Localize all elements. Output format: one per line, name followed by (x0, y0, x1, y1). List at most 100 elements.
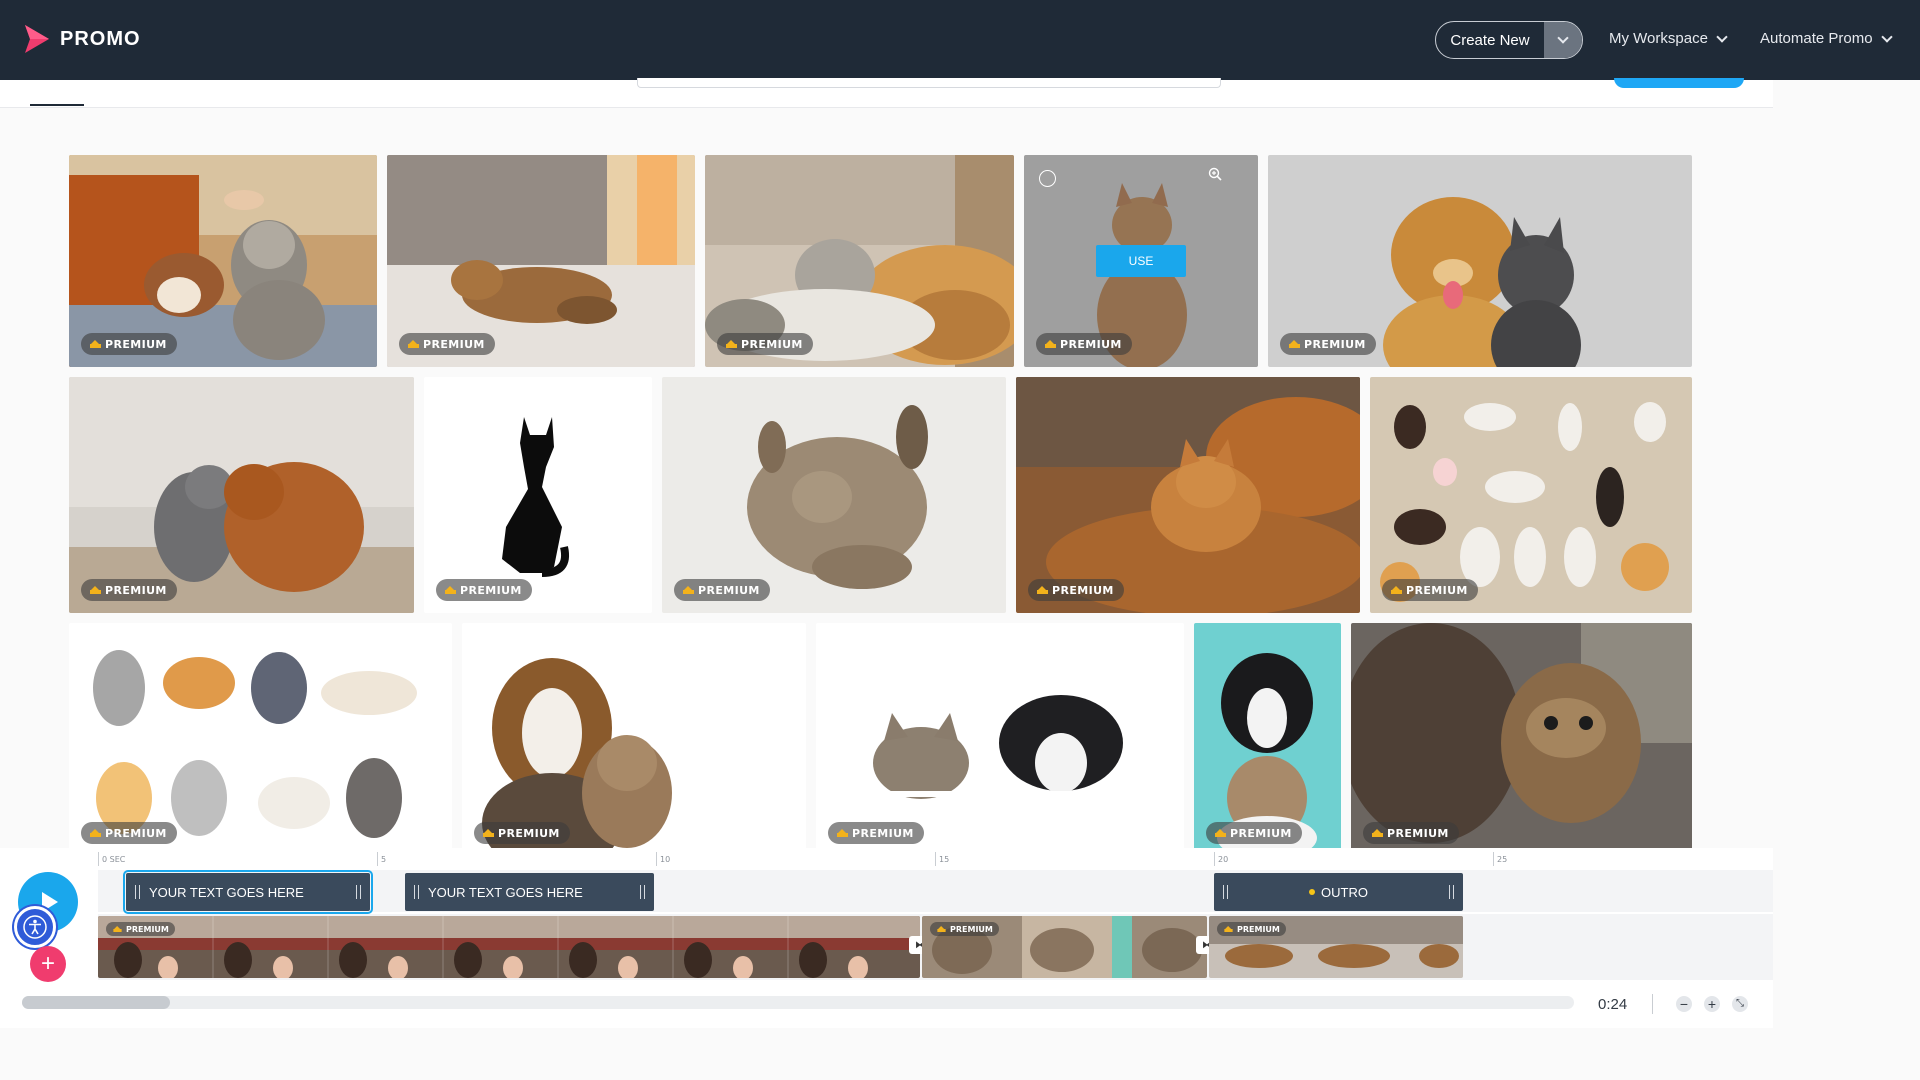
ruler-tick (1493, 852, 1494, 866)
premium-badge: PREMIUM (828, 822, 924, 844)
crown-icon (726, 340, 737, 348)
crown-icon (90, 340, 101, 348)
premium-badge: PREMIUM (81, 822, 177, 844)
divider (1652, 994, 1653, 1014)
gallery-tile[interactable]: PREMIUM (1370, 377, 1692, 613)
plus-icon: + (40, 950, 55, 977)
scrollbar-thumb[interactable] (22, 996, 170, 1009)
crown-icon (1289, 340, 1300, 348)
ruler-label: 0 SEC (102, 855, 126, 864)
text-clip[interactable]: YOUR TEXT GOES HERE (123, 870, 373, 914)
add-button[interactable]: + (30, 946, 66, 982)
video-clip[interactable]: PREMIUM (98, 916, 920, 978)
premium-badge: PREMIUM (1206, 822, 1302, 844)
crown-icon (837, 829, 848, 837)
text-clip[interactable]: YOUR TEXT GOES HERE (405, 873, 654, 911)
current-time: 0:24 (1598, 996, 1628, 1013)
gallery-tile-hovered[interactable]: USE PREMIUM (1024, 155, 1258, 367)
gallery-tile[interactable]: PREMIUM (69, 623, 452, 848)
ruler-label: 25 (1497, 855, 1508, 864)
gallery-tile[interactable]: PREMIUM (1268, 155, 1692, 367)
video-clip[interactable]: PREMIUM (1209, 916, 1463, 978)
ruler-label: 5 (381, 855, 387, 864)
crown-icon (90, 829, 101, 837)
clip-resize-handle[interactable] (1449, 885, 1454, 899)
gallery-tile[interactable]: PREMIUM (1016, 377, 1360, 613)
gallery-tile[interactable]: PREMIUM (662, 377, 1006, 613)
crown-icon (90, 586, 101, 594)
automate-promo-menu[interactable]: Automate Promo (1760, 30, 1893, 47)
video-clip[interactable]: PREMIUM (922, 916, 1207, 978)
premium-badge: PREMIUM (106, 922, 175, 936)
chevron-down-icon (1880, 30, 1893, 43)
premium-badge: PREMIUM (674, 579, 770, 601)
search-input[interactable] (637, 78, 1221, 88)
gallery-tile[interactable]: PREMIUM (69, 377, 414, 613)
crown-icon (445, 586, 456, 594)
premium-badge: PREMIUM (1036, 333, 1132, 355)
ruler-label: 10 (660, 855, 671, 864)
ruler-tick (377, 852, 378, 866)
right-gutter (1773, 80, 1920, 1080)
shepherd-dog-and-cat-image (462, 623, 806, 848)
zoom-in-button[interactable]: + (1704, 996, 1720, 1012)
ruler-label: 20 (1218, 855, 1229, 864)
fit-timeline-button[interactable]: ⤡ (1732, 996, 1748, 1012)
chevron-down-icon[interactable] (1544, 22, 1582, 58)
automate-promo-label: Automate Promo (1760, 30, 1873, 47)
promo-logo-icon (25, 25, 49, 53)
crown-icon (1224, 926, 1233, 932)
premium-badge: PREMIUM (81, 333, 177, 355)
clip-resize-handle[interactable] (640, 885, 645, 899)
gallery-tile[interactable]: PREMIUM (705, 155, 1014, 367)
text-track: YOUR TEXT GOES HERE YOUR TEXT GOES HERE … (98, 870, 1773, 914)
outro-dot-icon (1309, 889, 1316, 895)
clip-resize-handle[interactable] (356, 885, 361, 899)
app-name: PROMO (60, 27, 141, 50)
clip-resize-handle[interactable] (414, 885, 419, 899)
zoom-out-button[interactable]: − (1676, 996, 1692, 1012)
gallery-tile[interactable]: PREMIUM (816, 623, 1184, 848)
create-new-button[interactable]: Create New (1435, 21, 1583, 59)
accessibility-button[interactable] (14, 906, 56, 948)
gallery-tile[interactable]: PREMIUM (1194, 623, 1341, 848)
top-navigation-bar: PROMO Create New My Workspace Automate P… (0, 0, 1920, 80)
outro-label-wrap: OUTRO (1237, 885, 1440, 900)
text-clip-label: YOUR TEXT GOES HERE (428, 884, 583, 900)
gallery-tile[interactable]: PREMIUM (424, 377, 652, 613)
my-workspace-label: My Workspace (1609, 30, 1708, 47)
outro-clip[interactable]: OUTRO (1214, 873, 1463, 911)
premium-badge: PREMIUM (1217, 922, 1286, 936)
ruler-tick (98, 852, 99, 866)
primary-action-button[interactable] (1614, 78, 1744, 88)
tabby-cat-sleeping-image (662, 377, 1006, 613)
clip-resize-handle[interactable] (1223, 885, 1228, 899)
crown-icon (937, 926, 946, 932)
text-clip-label: YOUR TEXT GOES HERE (149, 884, 304, 900)
gallery-tile[interactable]: PREMIUM (69, 155, 377, 367)
gallery-tile[interactable]: PREMIUM (387, 155, 695, 367)
gallery-tile[interactable]: PREMIUM (462, 623, 806, 848)
promo-logo[interactable]: PROMO (22, 23, 141, 55)
premium-badge: PREMIUM (1280, 333, 1376, 355)
zoom-in-icon[interactable] (1208, 167, 1222, 181)
crown-icon (113, 926, 122, 932)
ruler-label: 15 (939, 855, 950, 864)
tabby-cat-closeup-image (1351, 623, 1692, 848)
premium-badge: PREMIUM (399, 333, 495, 355)
my-workspace-menu[interactable]: My Workspace (1609, 30, 1728, 47)
ruler-tick (1214, 852, 1215, 866)
timeline-scrollbar[interactable] (22, 996, 1574, 1009)
illustrated-cats-pattern-image (1370, 377, 1692, 613)
timeline-ruler[interactable]: 0 SEC 5 10 15 20 25 (98, 848, 1773, 870)
gallery-tile[interactable]: PREMIUM (1351, 623, 1692, 848)
collapse-icon: ⤡ (1736, 998, 1744, 1009)
premium-badge: PREMIUM (1382, 579, 1478, 601)
use-button[interactable]: USE (1096, 245, 1186, 277)
clip-resize-handle[interactable] (135, 885, 140, 899)
gray-cat-and-spaniel-image (69, 377, 414, 613)
cat-and-dog-peeking-image (816, 623, 1184, 848)
ruler-tick (656, 852, 657, 866)
premium-badge: PREMIUM (1028, 579, 1124, 601)
select-checkbox[interactable] (1039, 170, 1056, 187)
